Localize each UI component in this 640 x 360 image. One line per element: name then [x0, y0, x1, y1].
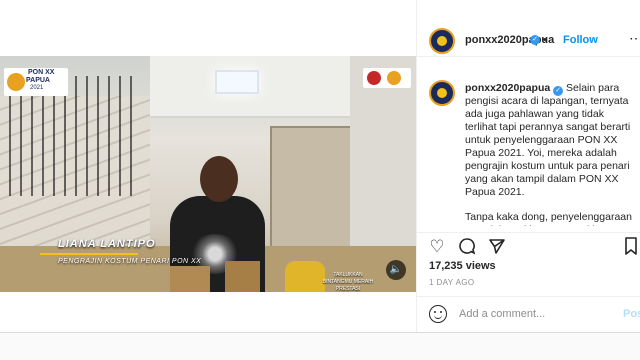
- pon-logo: PON XX PAPUA 2021: [4, 68, 68, 96]
- post-video[interactable]: PON XX PAPUA 2021 LIANA LANTIPO PENGRAJI…: [0, 56, 416, 292]
- post-actions: ♡: [417, 232, 640, 261]
- pon-logo-line3: 2021: [30, 85, 44, 91]
- comment-input[interactable]: [459, 305, 609, 323]
- view-count[interactable]: 17,235 views: [429, 260, 496, 272]
- comment-bar: Post: [417, 296, 640, 333]
- post-side-panel: ponxx2020papua ✓ • Follow ⋯ ponxx2020pap…: [416, 0, 640, 332]
- lower-third-bar: [40, 253, 138, 255]
- post-header: ponxx2020papua ✓ • Follow ⋯: [417, 0, 640, 57]
- person-head: [200, 156, 238, 202]
- pon-logo-line2: PAPUA: [26, 77, 50, 84]
- more-options-icon[interactable]: ⋯: [629, 30, 640, 47]
- sponsor-logos: [363, 68, 411, 88]
- caption-text: Selain para pengisi acara di lapangan, t…: [465, 82, 631, 198]
- ceiling-lamp: [215, 70, 259, 94]
- instagram-post: PON XX PAPUA 2021 LIANA LANTIPO PENGRAJI…: [0, 0, 640, 333]
- ministry-logo: [367, 71, 381, 85]
- straw-costume: [170, 266, 210, 292]
- follow-button[interactable]: Follow: [563, 34, 598, 46]
- bookmark-icon[interactable]: [621, 237, 640, 257]
- video-tagline: TAKLUKKAN BINTANGMU MERAIH PRESTASI: [322, 272, 374, 292]
- koni-logo: [387, 71, 401, 85]
- comment-icon[interactable]: [457, 237, 477, 257]
- emoji-icon[interactable]: [429, 305, 447, 323]
- share-icon[interactable]: [487, 237, 507, 257]
- caption-username[interactable]: ponxx2020papua: [465, 82, 550, 94]
- verified-badge-icon: ✓: [530, 35, 540, 45]
- lower-third-subtitle: PENGRAJIN KOSTUM PENARI PON XX: [58, 258, 202, 265]
- caption-text-2: Tanpa kaka dong, penyelenggaraan PON ini…: [465, 211, 632, 226]
- speaker-icon[interactable]: 🔈: [386, 260, 406, 280]
- lower-third-name: LIANA LANTIPO: [58, 238, 156, 250]
- doorway: [270, 126, 354, 250]
- post-caption: ponxx2020papua ✓ Selain para pengisi aca…: [465, 82, 637, 226]
- avatar[interactable]: [429, 28, 455, 54]
- caption-avatar[interactable]: [429, 80, 455, 106]
- post-timestamp[interactable]: 1 DAY AGO: [429, 278, 475, 287]
- heart-icon[interactable]: ♡: [427, 237, 447, 257]
- straw-costume: [225, 261, 260, 292]
- header-username[interactable]: ponxx2020papua: [465, 34, 554, 46]
- pon-logo-line1: PON XX: [28, 69, 55, 76]
- separator-dot: •: [543, 34, 547, 46]
- post-comment-button[interactable]: Post: [623, 308, 640, 320]
- pon-logo-mark: [7, 73, 25, 91]
